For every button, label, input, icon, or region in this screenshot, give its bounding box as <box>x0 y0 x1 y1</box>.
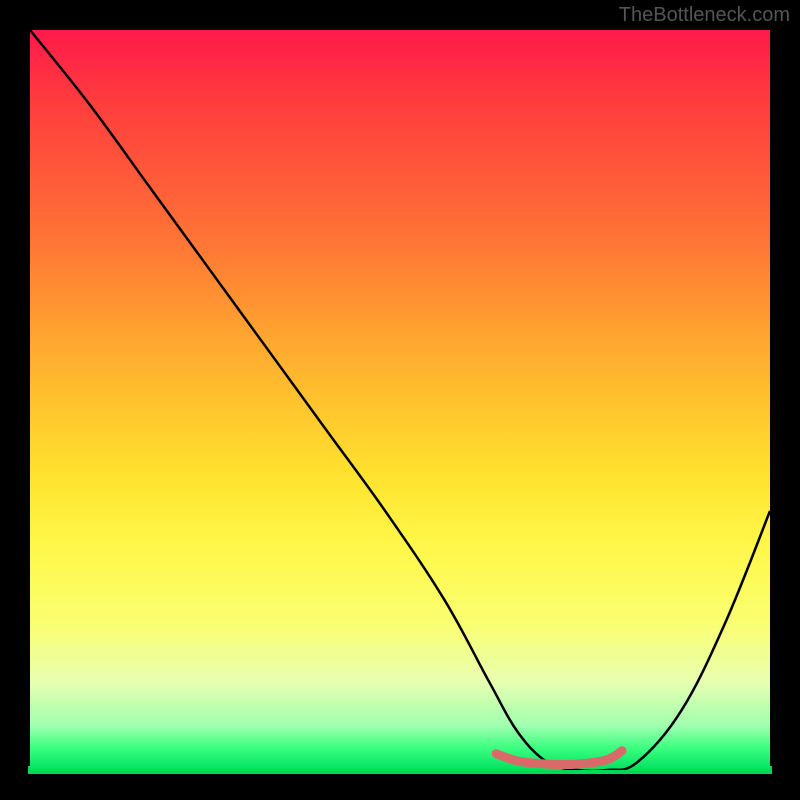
watermark-text: TheBottleneck.com <box>619 4 790 27</box>
chart-svg <box>30 30 770 770</box>
bottleneck-curve-path <box>30 30 770 770</box>
flat-bottom-highlight-path <box>496 751 622 765</box>
plot-area <box>30 30 770 770</box>
